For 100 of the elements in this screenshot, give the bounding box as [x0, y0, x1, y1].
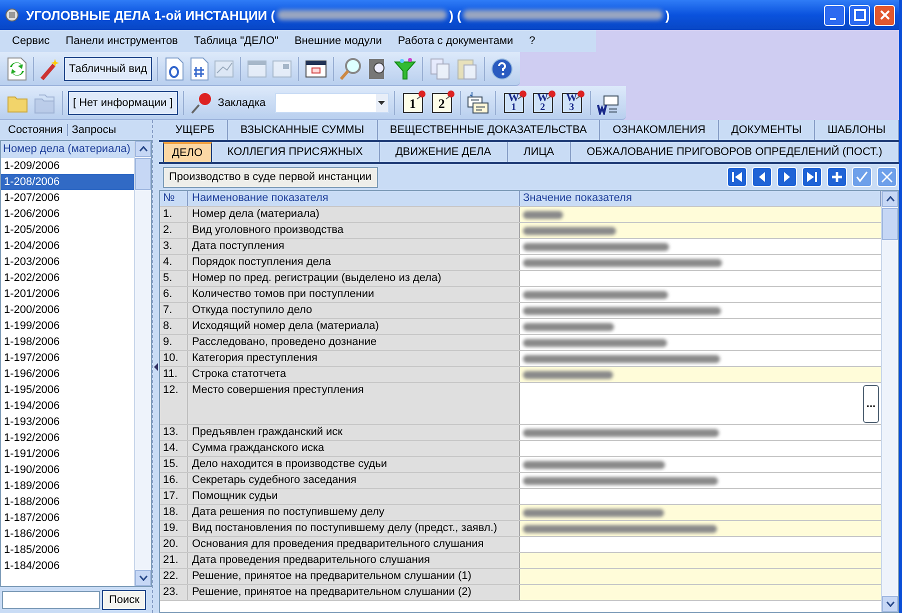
first-icon: [731, 171, 743, 183]
refresh-icon[interactable]: [6, 56, 28, 80]
table-cell: Строка статотчета: [188, 367, 520, 382]
scrollbar-thumb[interactable]: [135, 158, 151, 190]
table-cell: Сумма гражданского иска: [188, 441, 520, 456]
table-cell: Вид постановления по поступившему делу (предст., заявл.): [188, 521, 520, 536]
left-arrow-icon: [154, 362, 158, 370]
maximize-icon: [854, 9, 866, 21]
confirm-button[interactable]: [852, 167, 872, 187]
search-button[interactable]: Поиск: [102, 590, 146, 610]
row-number: 4.: [160, 255, 188, 270]
row-number: 8.: [160, 319, 188, 334]
info-field: [ Нет информации ]: [68, 90, 178, 114]
app-icon: [4, 7, 20, 23]
table-cell: Место совершения преступления: [188, 383, 520, 424]
sidebar-tab[interactable]: Запросы: [68, 124, 120, 136]
next-record-button[interactable]: [777, 167, 797, 187]
menu-item[interactable]: Таблица "ДЕЛО": [186, 35, 286, 47]
help-icon[interactable]: [490, 56, 514, 80]
last-icon: [806, 171, 818, 183]
document-a-icon[interactable]: [163, 56, 186, 80]
list-header[interactable]: Номер дела (материала): [1, 141, 134, 158]
scrollbar[interactable]: [881, 191, 898, 612]
row-number: 12.: [160, 383, 188, 424]
cancel-button[interactable]: [877, 167, 897, 187]
menu-item[interactable]: Работа с документами: [390, 35, 522, 47]
bookmark-label: Закладка: [218, 96, 266, 108]
sidebar-tab[interactable]: Состояния: [4, 124, 68, 136]
menu-item[interactable]: Внешние модули: [286, 35, 390, 47]
caret-icon: [378, 100, 386, 104]
row-number: 14.: [160, 441, 188, 456]
filter-icon[interactable]: [393, 56, 418, 80]
ellipsis-button[interactable]: ...: [863, 385, 879, 423]
list-icon[interactable]: [466, 90, 490, 114]
table-cell: Помощник судьи: [188, 489, 520, 504]
section-button[interactable]: Производство в суде первой инстанции: [163, 166, 378, 188]
row-number: 7.: [160, 303, 188, 318]
tab[interactable]: КОЛЛЕГИЯ ПРИСЯЖНЫХ: [212, 142, 380, 162]
checkmark-icon: [856, 171, 868, 183]
minimize-button[interactable]: [824, 4, 845, 26]
window-title: УГОЛОВНЫЕ ДЕЛА 1-ой ИНСТАНЦИИ (: [26, 8, 276, 22]
word-document-button[interactable]: W 2: [532, 92, 553, 112]
row-number: 3.: [160, 239, 188, 254]
tab[interactable]: ВЗЫСКАННЫЕ СУММЫ: [228, 120, 378, 140]
close-button[interactable]: [874, 4, 895, 26]
row-number: 17.: [160, 489, 188, 504]
maximize-button[interactable]: [849, 4, 870, 26]
paste-icon[interactable]: [455, 56, 480, 80]
table-view-button[interactable]: Табличный вид: [64, 56, 152, 80]
scrollbar-thumb[interactable]: [882, 208, 898, 240]
word-document-button[interactable]: W 1: [504, 92, 524, 112]
previous-record-button[interactable]: [752, 167, 772, 187]
tab[interactable]: ШАБЛОНЫ: [815, 120, 899, 140]
last-record-button[interactable]: [802, 167, 822, 187]
menu-item[interactable]: Панели инструментов: [58, 35, 186, 47]
row-number: 22.: [160, 569, 188, 584]
row-number: 13.: [160, 425, 188, 440]
row-number: 21.: [160, 553, 188, 568]
scrollbar[interactable]: [134, 141, 151, 586]
tab[interactable]: ДОКУМЕНТЫ: [718, 120, 816, 140]
tab[interactable]: ЛИЦА: [508, 142, 571, 162]
row-number: 10.: [160, 351, 188, 366]
window-title: ) (: [449, 8, 462, 22]
tab[interactable]: ОБЖАЛОВАНИЕ ПРИГОВОРОВ ОПРЕДЕЛЕНИЙ (ПОСТ.): [570, 142, 899, 162]
numbered-bookmark-button[interactable]: 1: [402, 92, 423, 112]
row-number: 11.: [160, 367, 188, 382]
table-cell: Категория преступления: [188, 351, 520, 366]
tab[interactable]: УЩЕРБ: [163, 120, 228, 140]
table-cell: Решение, принятое на предварительном слушании (1): [188, 569, 520, 584]
tab[interactable]: ВЕЩЕСТВЕННЫЕ ДОКАЗАТЕЛЬСТВА: [378, 120, 600, 140]
splitter[interactable]: [152, 120, 159, 613]
case-list-item[interactable]: 1-208/2006: [1, 174, 134, 190]
row-number: 18.: [160, 505, 188, 520]
pushpin-icon[interactable]: [188, 90, 213, 114]
row-number: 9.: [160, 335, 188, 350]
document-hash-icon[interactable]: [188, 56, 210, 80]
word-document-button[interactable]: W 3: [562, 92, 582, 112]
table-cell: Порядок поступления дела: [188, 255, 520, 270]
magic-wand-icon[interactable]: [39, 56, 61, 80]
tab[interactable]: ОЗНАКОМЛЕНИЯ: [600, 120, 719, 140]
tab[interactable]: ДВИЖЕНИЕ ДЕЛА: [380, 142, 508, 162]
table-cell: Исходящий номер дела (материала): [188, 319, 520, 334]
table-cell: Дата решения по поступившему делу: [188, 505, 520, 520]
first-record-button[interactable]: [727, 167, 747, 187]
table-cell: Количество томов при поступлении: [188, 287, 520, 302]
table-cell: Номер по пред. регистрации (выделено из дела): [188, 271, 520, 286]
row-number: 16.: [160, 473, 188, 488]
row-number: 19.: [160, 521, 188, 536]
copy-icon[interactable]: [428, 56, 452, 80]
numbered-bookmark-button[interactable]: 2: [432, 92, 452, 112]
menu-item[interactable]: Сервис: [4, 35, 58, 47]
search-field[interactable]: [2, 591, 100, 609]
tab[interactable]: ДЕЛО: [163, 142, 212, 162]
row-number: 6.: [160, 287, 188, 302]
plus-icon: [831, 171, 843, 183]
row-number: 5.: [160, 271, 188, 286]
add-button[interactable]: [827, 167, 847, 187]
column-header: Значение показателя: [520, 191, 881, 206]
menu-item[interactable]: ?: [521, 35, 544, 47]
table-cell: Дата проведения предварительного слушания: [188, 553, 520, 568]
